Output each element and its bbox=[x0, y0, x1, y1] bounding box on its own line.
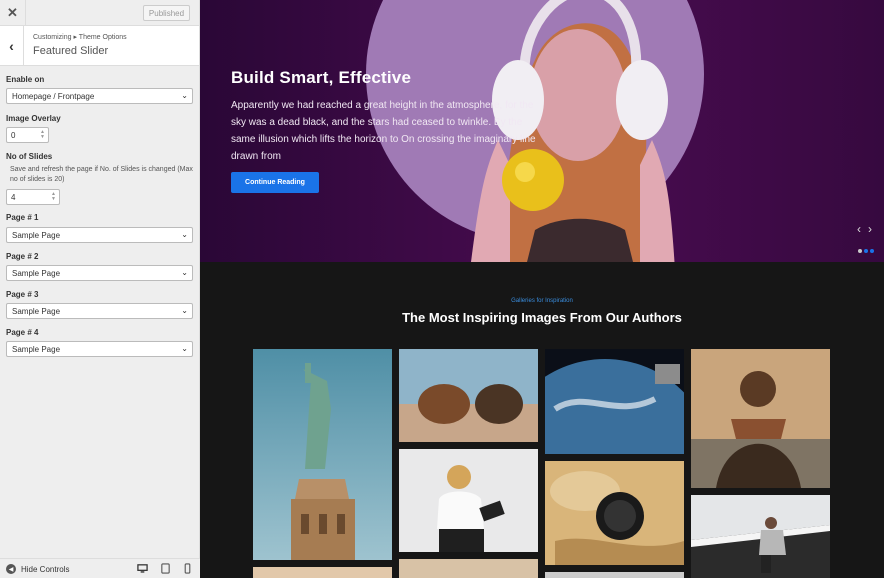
slider-dot[interactable] bbox=[864, 249, 868, 253]
enable-on-label: Enable on bbox=[6, 75, 45, 84]
published-button[interactable]: Published bbox=[143, 5, 190, 21]
page-4-value: Sample Page bbox=[12, 344, 61, 354]
close-icon[interactable]: ✕ bbox=[0, 0, 26, 26]
gallery-image-photographer-beach[interactable] bbox=[691, 495, 830, 578]
gallery-image-earth[interactable] bbox=[545, 349, 684, 454]
page-4-select[interactable]: Sample Page ⌄ bbox=[6, 341, 193, 357]
slider-dot[interactable] bbox=[870, 249, 874, 253]
continue-reading-button[interactable]: Continue Reading bbox=[231, 172, 319, 193]
image-overlay-value: 0 bbox=[11, 130, 16, 140]
enable-on-select[interactable]: Homepage / Frontpage ⌄ bbox=[6, 88, 193, 104]
gallery-image-camera-lens[interactable] bbox=[545, 461, 684, 565]
image-overlay-label: Image Overlay bbox=[6, 114, 61, 123]
back-icon[interactable]: ‹ bbox=[0, 26, 24, 66]
slider-next-icon[interactable]: › bbox=[868, 222, 872, 236]
gallery-image-partial[interactable] bbox=[399, 559, 538, 578]
gallery-image-partial[interactable] bbox=[253, 567, 392, 578]
slider-prev-icon[interactable]: ‹ bbox=[857, 222, 861, 236]
page-2-label: Page # 2 bbox=[6, 252, 39, 261]
no-of-slides-value: 4 bbox=[11, 192, 16, 202]
gallery-eyebrow: Galleries for Inspiration bbox=[511, 298, 573, 304]
breadcrumb: Customizing ▸ Theme Options bbox=[33, 34, 127, 41]
gallery-image-partial[interactable] bbox=[545, 572, 684, 578]
gallery-title: The Most Inspiring Images From Our Autho… bbox=[402, 310, 682, 325]
page-3-select[interactable]: Sample Page ⌄ bbox=[6, 303, 193, 319]
site-preview: Build Smart, Effective Apparently we had… bbox=[200, 0, 884, 578]
collapse-icon[interactable]: ◀ bbox=[6, 564, 16, 574]
chevron-down-icon: ⌄ bbox=[181, 306, 188, 315]
section-title: Featured Slider bbox=[33, 45, 109, 57]
spinner-icon[interactable]: ▲ ▼ bbox=[40, 130, 45, 140]
chevron-down-icon: ⌄ bbox=[181, 91, 188, 100]
enable-on-value: Homepage / Frontpage bbox=[12, 91, 95, 101]
page-1-select[interactable]: Sample Page ⌄ bbox=[6, 227, 193, 243]
chevron-down-icon: ⌄ bbox=[181, 344, 188, 353]
desktop-icon[interactable] bbox=[137, 563, 148, 574]
page-1-label: Page # 1 bbox=[6, 213, 39, 222]
gallery-image-woman-phone[interactable] bbox=[399, 449, 538, 552]
gallery-image-dogs[interactable] bbox=[399, 349, 538, 442]
spinner-icon[interactable]: ▲ ▼ bbox=[51, 192, 56, 202]
tablet-icon[interactable] bbox=[160, 563, 171, 574]
page-2-value: Sample Page bbox=[12, 268, 61, 278]
page-4-label: Page # 4 bbox=[6, 328, 39, 337]
customizer-footer: ◀ Hide Controls bbox=[0, 558, 200, 578]
no-of-slides-description: Save and refresh the page if No. of Slid… bbox=[10, 166, 193, 183]
customizer-sidebar: ✕ Published ‹ Customizing ▸ Theme Option… bbox=[0, 0, 200, 578]
hero-text: Apparently we had reached a great height… bbox=[231, 100, 536, 162]
image-overlay-input[interactable]: 0 ▲ ▼ bbox=[6, 127, 49, 143]
section-header: ‹ Customizing ▸ Theme Options Featured S… bbox=[0, 26, 199, 66]
featured-slider: Build Smart, Effective Apparently we had… bbox=[200, 0, 884, 262]
customizer-topbar: ✕ Published bbox=[0, 0, 199, 26]
hide-controls-button[interactable]: Hide Controls bbox=[21, 565, 69, 574]
chevron-down-icon: ⌄ bbox=[181, 230, 188, 239]
page-1-value: Sample Page bbox=[12, 230, 61, 240]
page-3-label: Page # 3 bbox=[6, 290, 39, 299]
no-of-slides-input[interactable]: 4 ▲ ▼ bbox=[6, 189, 60, 205]
gallery-image-man-sunset[interactable] bbox=[691, 349, 830, 488]
mobile-icon[interactable] bbox=[182, 563, 193, 574]
page-3-value: Sample Page bbox=[12, 306, 61, 316]
gallery-image-statue[interactable] bbox=[253, 349, 392, 560]
no-of-slides-label: No of Slides bbox=[6, 152, 53, 161]
chevron-down-icon: ⌄ bbox=[181, 268, 188, 277]
page-2-select[interactable]: Sample Page ⌄ bbox=[6, 265, 193, 281]
slider-dot[interactable] bbox=[858, 249, 862, 253]
hero-title: Build Smart, Effective bbox=[231, 68, 412, 87]
